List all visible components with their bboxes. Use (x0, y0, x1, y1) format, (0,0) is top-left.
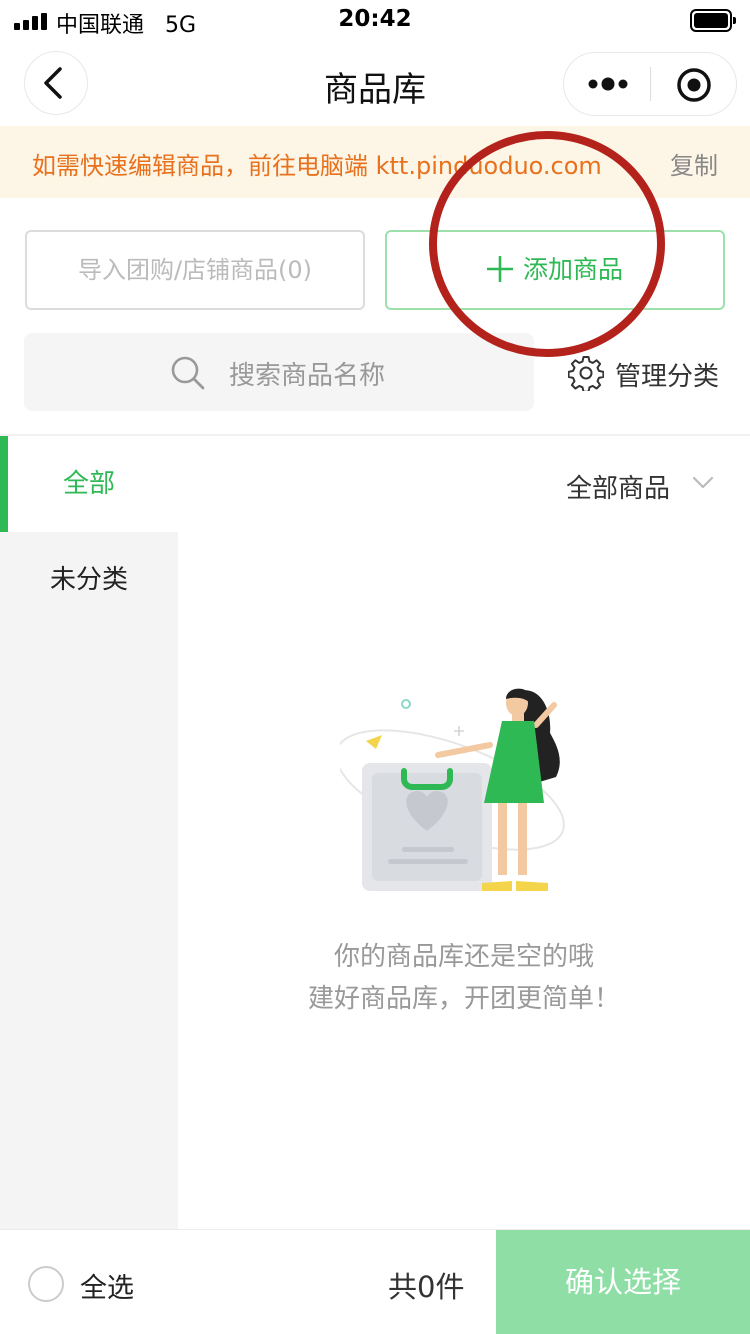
empty-state-title: 你的商品库还是空的哦 (333, 942, 594, 972)
status-bar: 中国联通 5G 20:42 (0, 0, 750, 44)
copy-link-button[interactable]: 复制 (670, 146, 718, 181)
import-products-label: 导入团购/店铺商品(0) (77, 256, 313, 284)
import-products-button[interactable]: 导入团购/店铺商品(0) (25, 230, 365, 310)
search-placeholder: 搜索商品名称 (229, 361, 386, 391)
sidebar-item-all[interactable]: 全部 (0, 436, 178, 532)
manage-categories-label: 管理分类 (615, 362, 720, 392)
empty-state-illustration (340, 688, 565, 891)
target-circle-icon[interactable] (676, 67, 712, 103)
plus-icon (486, 256, 513, 282)
gear-icon (568, 356, 604, 391)
chevron-down-icon[interactable] (692, 476, 714, 490)
banner-text: 如需快速编辑商品，前往电脑端 ktt.pinduoduo.com (32, 152, 602, 180)
empty-state-subtitle: 建好商品库，开团更简单！ (307, 984, 620, 1014)
search-input[interactable]: 搜索商品名称 (24, 333, 534, 411)
more-dots-icon[interactable] (588, 75, 628, 93)
status-time: 20:42 (338, 6, 412, 32)
select-all-checkbox[interactable] (28, 1266, 64, 1302)
add-product-button[interactable]: 添加商品 (385, 230, 725, 310)
select-all-label[interactable]: 全选 (80, 1266, 134, 1305)
nav-bar: 商品库 (0, 44, 750, 126)
capsule-divider (650, 67, 651, 101)
battery-icon (690, 9, 736, 32)
sidebar-item-label: 未分类 (49, 565, 128, 595)
confirm-selection-button[interactable]: 确认选择 (496, 1230, 750, 1334)
sidebar-item-label: 全部 (62, 469, 115, 499)
search-icon (171, 356, 205, 390)
category-sidebar: 全部 未分类 (0, 436, 178, 1229)
pc-edit-banner: 如需快速编辑商品，前往电脑端 ktt.pinduoduo.com 复制 (0, 126, 750, 198)
add-product-label: 添加商品 (522, 255, 623, 284)
selected-count: 共0件 (388, 1270, 465, 1304)
sidebar-item-uncategorized[interactable]: 未分类 (0, 532, 178, 628)
product-filter-dropdown[interactable]: 全部商品 (566, 468, 670, 505)
bottom-action-bar: 全选 共0件 确认选择 (0, 1229, 750, 1334)
mini-program-capsule (563, 52, 737, 116)
